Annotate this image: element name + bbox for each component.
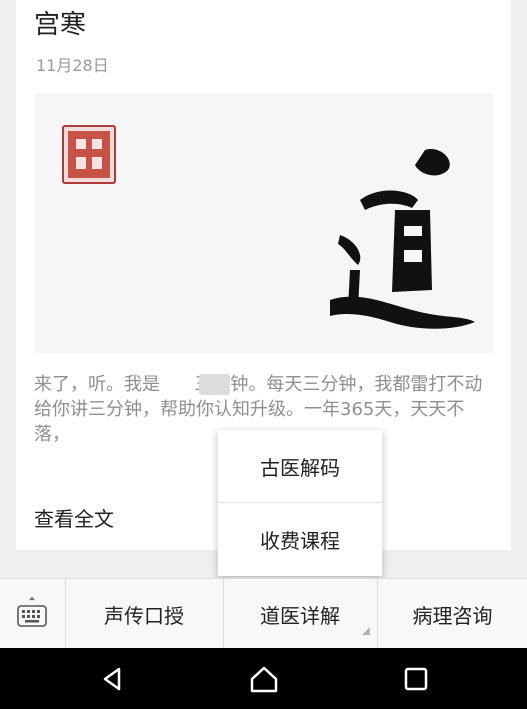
submenu-item-gu-yi-jie-ma[interactable]: 古医解码 (218, 430, 382, 502)
recents-square-icon[interactable] (386, 648, 446, 709)
custom-menu-bar: 声传口授 道医详解 病理咨询 (0, 578, 527, 649)
article-title: 宫寒 (34, 10, 87, 40)
keyboard-icon[interactable] (0, 579, 64, 649)
back-triangle-icon[interactable] (82, 648, 142, 709)
submenu-popup: 古医解码 收费课程 (218, 430, 382, 576)
menu-tab-dao-yi-xiang-jie[interactable]: 道医详解 (224, 579, 376, 649)
android-nav-bar (0, 648, 527, 709)
submenu-indicator-icon (362, 627, 370, 635)
redacted-name-mask (199, 374, 230, 395)
article-date: 11月28日 (36, 56, 109, 75)
submenu-item-shou-fei-ke-cheng[interactable]: 收费课程 (218, 503, 382, 575)
menu-tab-bing-li-zi-xun[interactable]: 病理咨询 (378, 579, 527, 649)
dao-calligraphy-icon (320, 140, 480, 340)
menu-tab-sheng-chuan-kou-shou[interactable]: 声传口授 (66, 579, 222, 649)
seal-stamp-icon (62, 125, 116, 184)
read-more-link[interactable]: 查看全文 (34, 503, 114, 532)
home-icon[interactable] (234, 648, 294, 709)
